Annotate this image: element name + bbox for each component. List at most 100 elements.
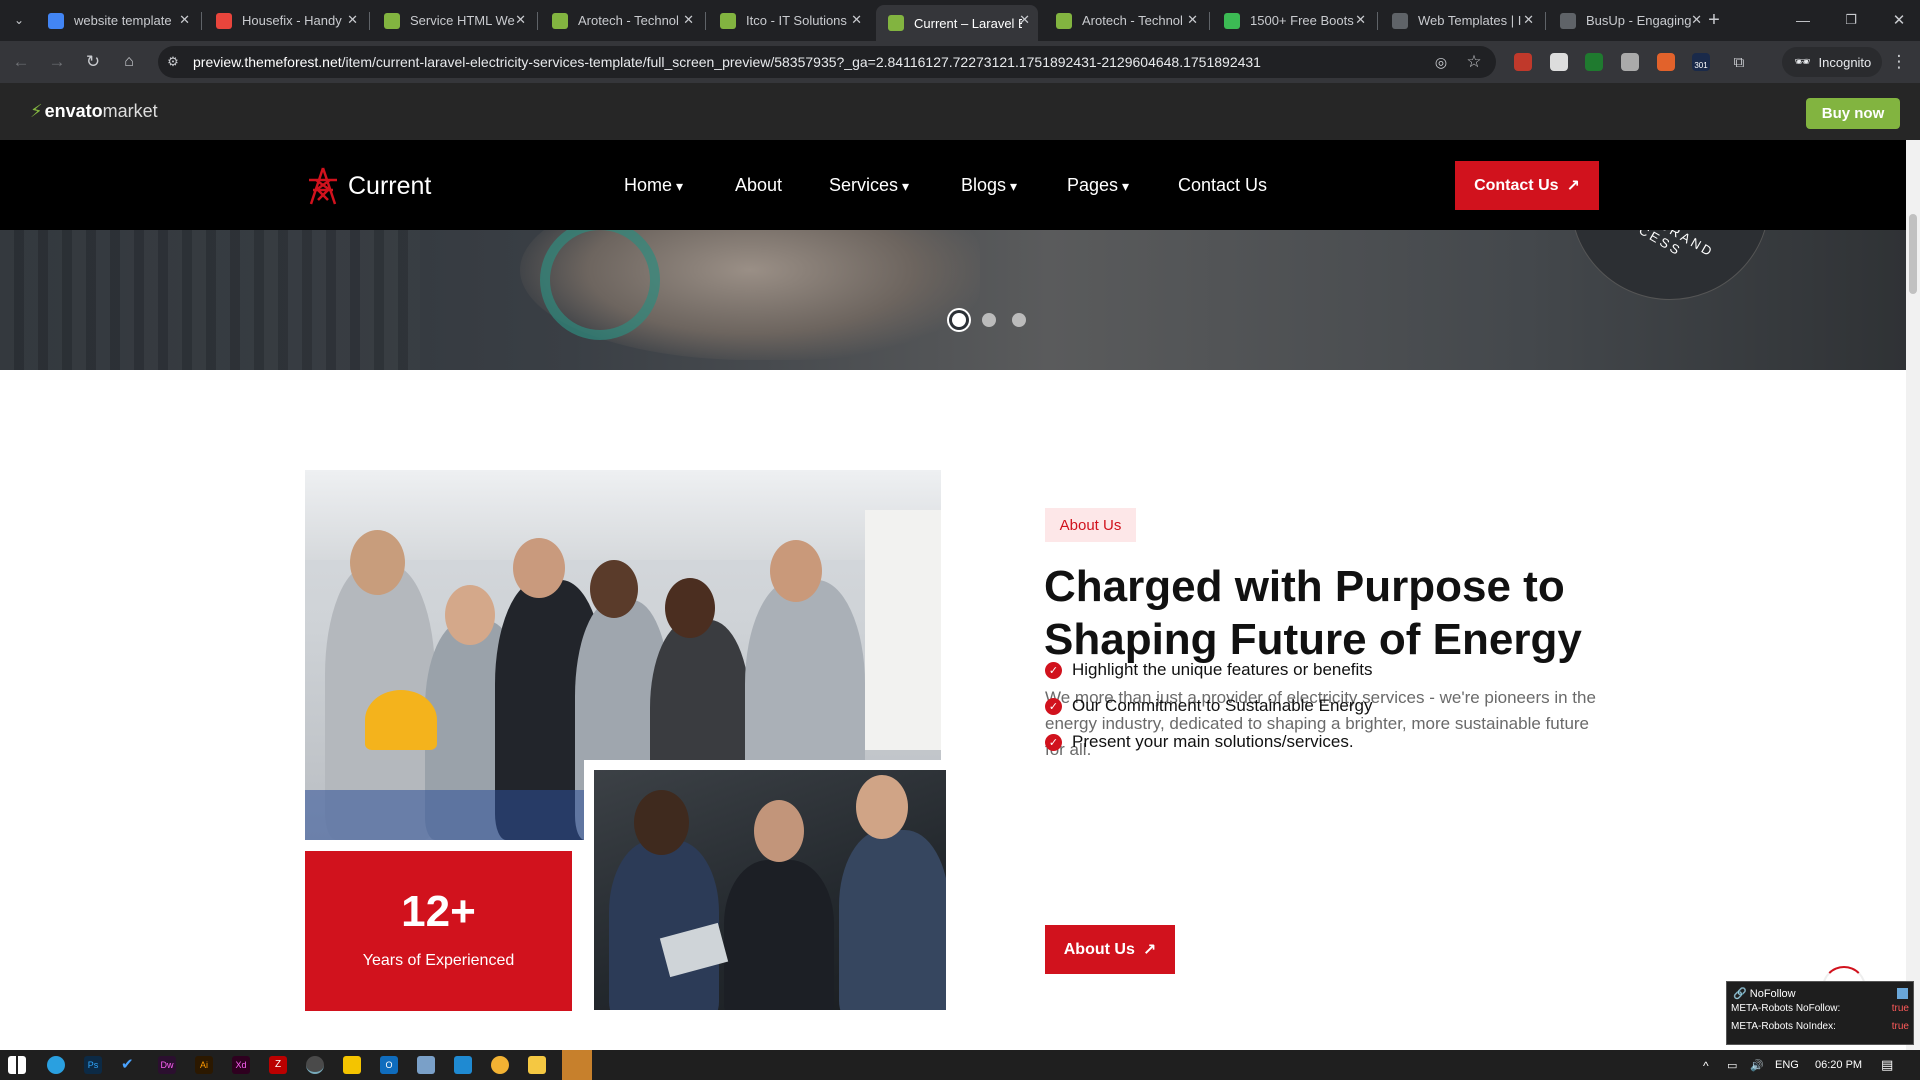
about-us-button[interactable]: About Us ↗	[1045, 925, 1175, 974]
tab[interactable]: Arotech - Technol ✕	[540, 5, 702, 36]
extension-icon[interactable]	[1514, 53, 1532, 71]
close-window-icon[interactable]: ✕	[1886, 7, 1912, 33]
close-tab-icon[interactable]: ✕	[347, 12, 358, 28]
arrow-up-right-icon: ↗	[1142, 941, 1157, 959]
xd-icon[interactable]: Xd	[232, 1056, 250, 1074]
todo-icon[interactable]: ✔	[121, 1056, 139, 1074]
close-tab-icon[interactable]: ✕	[1019, 12, 1030, 28]
bookmark-star-icon[interactable]: ☆	[1461, 49, 1487, 75]
new-tab-icon[interactable]: +	[1701, 7, 1727, 33]
tab-title: website template	[74, 13, 172, 28]
eye-off-icon[interactable]: ◎	[1428, 49, 1454, 75]
header-contact-button[interactable]: Contact Us ↗	[1455, 161, 1599, 210]
slider-dot[interactable]	[982, 313, 996, 327]
tab[interactable]: BusUp - Engaging ✕	[1548, 5, 1710, 36]
extension-icon[interactable]	[1657, 53, 1675, 71]
envato-logo[interactable]: ⚡ envatomarket	[30, 101, 158, 122]
nav-item-blogs[interactable]: Blogs ▾	[961, 175, 1017, 196]
photoshop-icon[interactable]: Ps	[84, 1056, 102, 1074]
incognito-indicator[interactable]: 🕶 Incognito	[1782, 47, 1882, 77]
tab-title: Housefix - Handy	[242, 13, 342, 28]
seo-panel-title: 🔗 NoFollow	[1733, 988, 1796, 1000]
url-text[interactable]: preview.themeforest.net/item/current-lar…	[193, 54, 1261, 70]
back-icon[interactable]: ←	[8, 49, 34, 75]
tab[interactable]: Itco - IT Solutions ✕	[708, 5, 870, 36]
vscode-icon[interactable]	[454, 1056, 472, 1074]
panel-toggle-icon[interactable]	[1897, 988, 1908, 999]
notification-icon[interactable]: ▤	[1881, 1057, 1893, 1073]
page-scrollbar[interactable]	[1906, 140, 1920, 1050]
redirect-extension-icon[interactable]: 301	[1692, 53, 1710, 71]
tray-chevron-icon[interactable]: ^	[1703, 1059, 1709, 1073]
tab-favicon-icon	[552, 12, 568, 29]
edge-icon[interactable]	[47, 1056, 65, 1074]
nav-item-services[interactable]: Services ▾	[829, 175, 909, 196]
filezilla-icon[interactable]: Z	[269, 1056, 287, 1074]
forward-icon[interactable]: →	[44, 49, 70, 75]
menu-kebab-icon[interactable]: ⋮	[1886, 49, 1912, 75]
tab-favicon-icon	[1224, 12, 1240, 29]
minimize-icon[interactable]: —	[1790, 7, 1816, 33]
scrollbar-thumb[interactable]	[1909, 214, 1917, 294]
tab[interactable]: Current – Laravel E ✕	[876, 5, 1038, 41]
envato-market-bar: ⚡ envatomarket Buy now	[0, 83, 1920, 140]
slider-dot[interactable]	[1012, 313, 1026, 327]
illustrator-icon[interactable]: Ai	[195, 1056, 213, 1074]
tab-favicon-icon	[720, 12, 736, 29]
extensions-puzzle-icon[interactable]: ⧉	[1726, 49, 1752, 75]
site-logo[interactable]: Current	[306, 166, 431, 206]
reload-icon[interactable]: ↻	[80, 49, 106, 75]
tab-search-icon[interactable]: ⌄	[6, 7, 32, 33]
section-heading: Charged with Purpose to Shaping Future o…	[1044, 562, 1582, 664]
chrome-icon[interactable]	[306, 1056, 324, 1074]
teams-icon[interactable]	[562, 1050, 592, 1080]
checklist-item: ✓ Present your main solutions/services.	[1045, 732, 1354, 752]
notepad-icon[interactable]	[417, 1056, 435, 1074]
dreamweaver-icon[interactable]: Dw	[158, 1056, 176, 1074]
nav-item-home[interactable]: Home ▾	[624, 175, 683, 196]
volume-icon[interactable]: 🔊	[1750, 1059, 1764, 1072]
tab[interactable]: Housefix - Handy ✕	[204, 5, 366, 36]
check-circle-icon: ✓	[1045, 661, 1062, 679]
close-tab-icon[interactable]: ✕	[515, 12, 526, 28]
tab[interactable]: Web Templates | I ✕	[1380, 5, 1542, 36]
network-icon[interactable]: ▭	[1727, 1059, 1737, 1072]
clock[interactable]: 06:20 PM	[1815, 1059, 1862, 1071]
tab-separator	[705, 12, 706, 30]
tab-title: Arotech - Technol	[578, 13, 679, 28]
chrome-icon[interactable]	[491, 1056, 509, 1074]
file-explorer-icon[interactable]	[528, 1056, 546, 1074]
tab[interactable]: website template ✕	[36, 5, 198, 36]
close-tab-icon[interactable]: ✕	[1187, 12, 1198, 28]
nav-item-pages[interactable]: Pages ▾	[1067, 175, 1129, 196]
nav-item-contact-us[interactable]: Contact Us	[1178, 175, 1267, 196]
camera-extension-icon[interactable]	[1621, 53, 1639, 71]
tab[interactable]: 1500+ Free Boots ✕	[1212, 5, 1374, 36]
slider-dot[interactable]	[952, 313, 966, 327]
nav-item-about[interactable]: About	[735, 175, 782, 196]
close-tab-icon[interactable]: ✕	[1523, 12, 1534, 28]
tab-title: Arotech - Technol	[1082, 13, 1183, 28]
tab-favicon-icon	[1560, 12, 1576, 29]
language-indicator[interactable]: ENG	[1775, 1059, 1799, 1071]
windows-start-icon[interactable]	[8, 1056, 26, 1074]
tab[interactable]: Service HTML We ✕	[372, 5, 534, 36]
extension-icon[interactable]	[1550, 53, 1568, 71]
close-tab-icon[interactable]: ✕	[851, 12, 862, 28]
check-circle-icon: ✓	[1045, 697, 1062, 715]
tab-title: 1500+ Free Boots	[1250, 13, 1354, 28]
outlook-icon[interactable]: O	[380, 1056, 398, 1074]
workers-meeting-photo	[594, 770, 946, 1010]
restore-icon[interactable]: ❐	[1838, 7, 1864, 33]
tab-separator	[369, 12, 370, 30]
close-tab-icon[interactable]: ✕	[683, 12, 694, 28]
tab[interactable]: Arotech - Technol ✕	[1044, 5, 1206, 36]
tab-title: BusUp - Engaging	[1586, 13, 1692, 28]
buy-now-button[interactable]: Buy now	[1806, 98, 1900, 129]
site-info-icon[interactable]: ⚙	[160, 49, 186, 75]
sticky-notes-icon[interactable]	[343, 1056, 361, 1074]
close-tab-icon[interactable]: ✕	[179, 12, 190, 28]
home-icon[interactable]: ⌂	[116, 49, 142, 75]
close-tab-icon[interactable]: ✕	[1355, 12, 1366, 28]
extension-icon[interactable]	[1585, 53, 1603, 71]
